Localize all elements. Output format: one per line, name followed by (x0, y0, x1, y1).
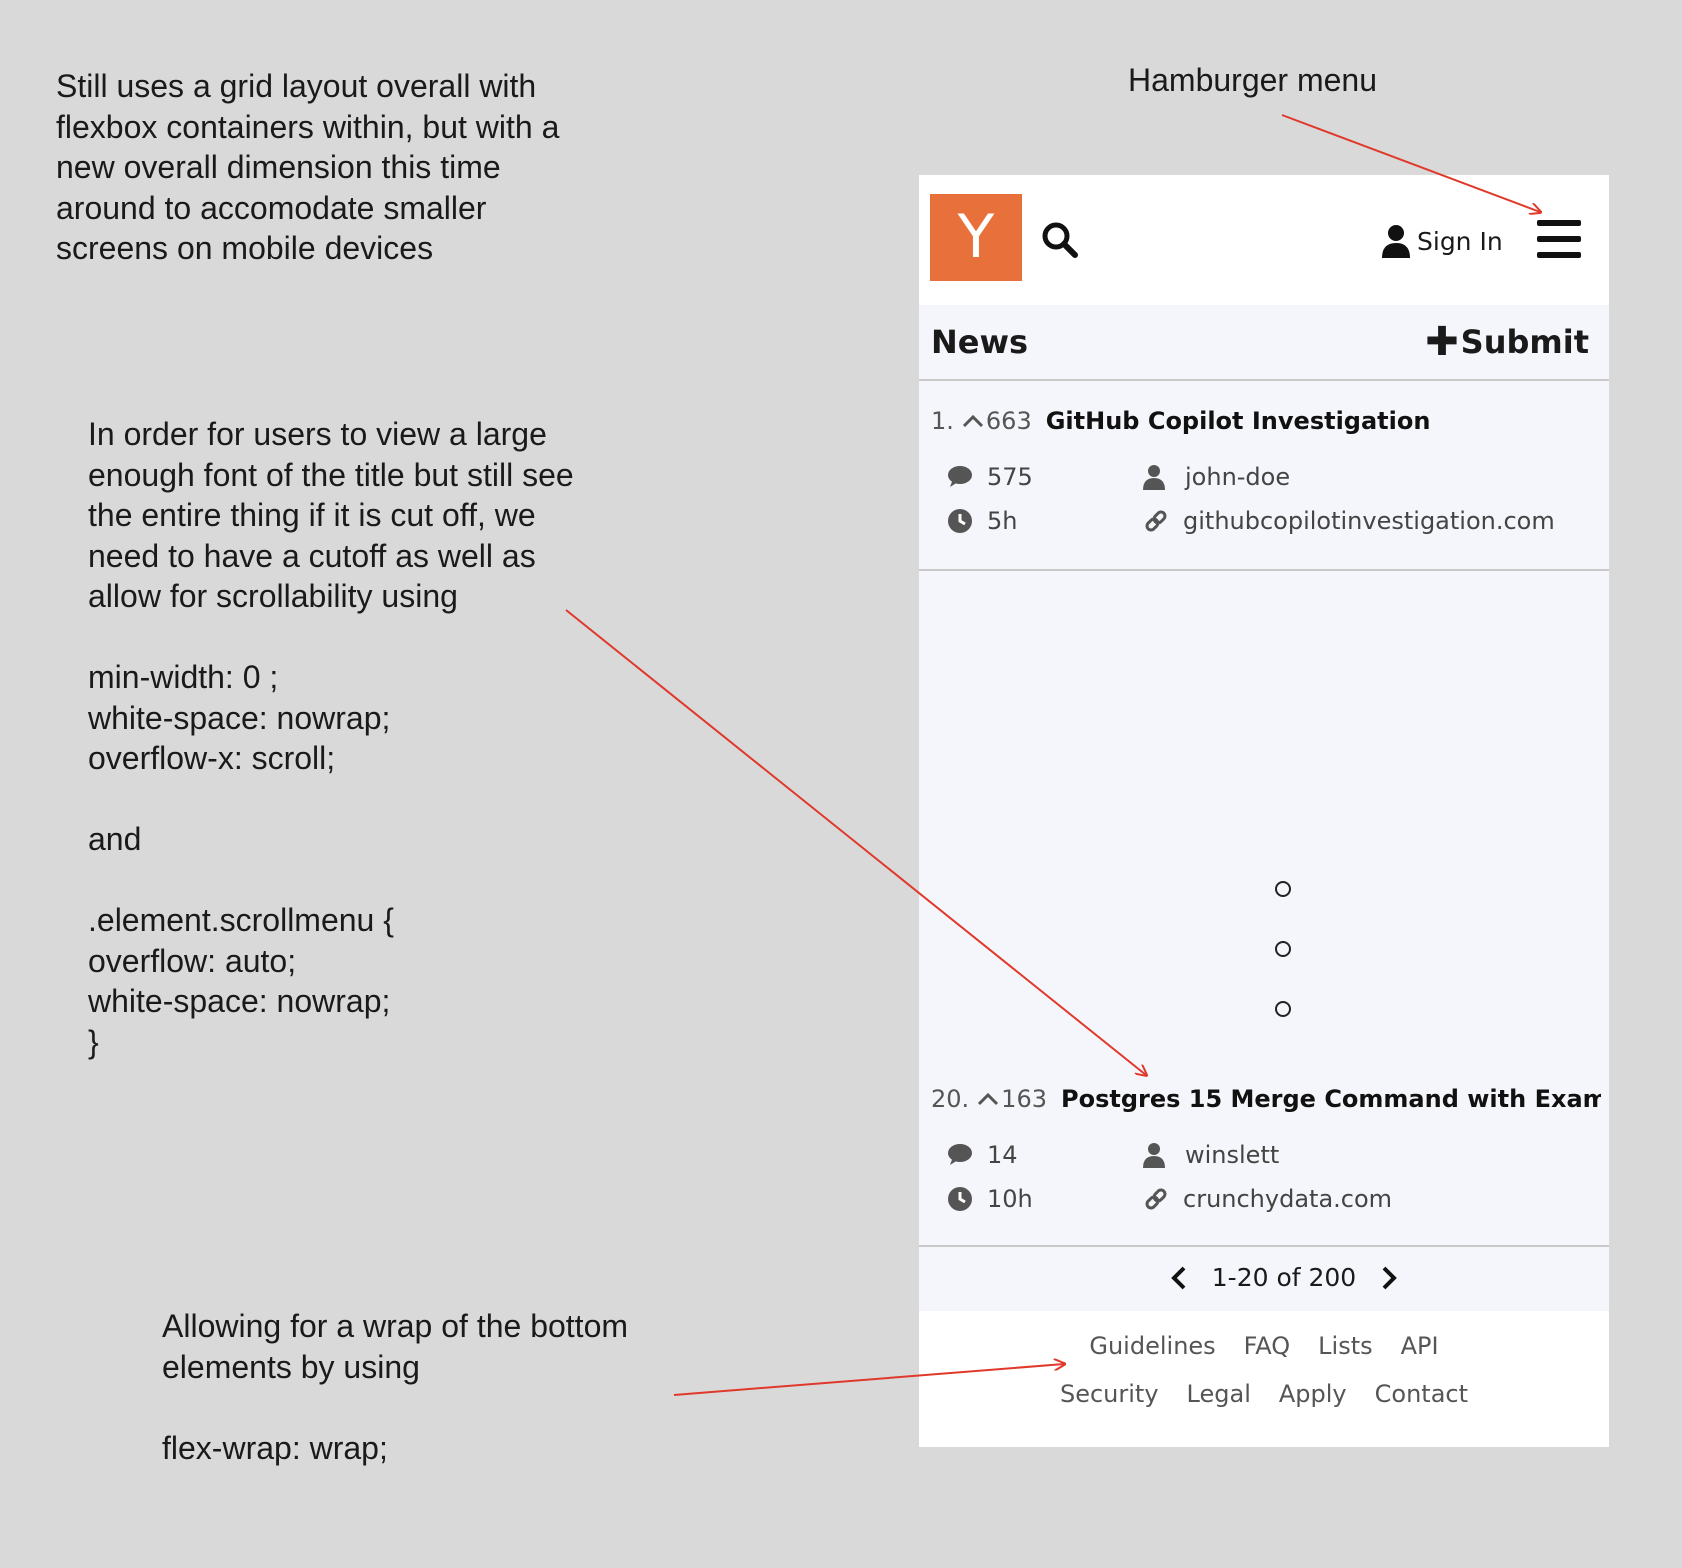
username: john-doe (1185, 463, 1291, 491)
chevron-left-icon[interactable] (1167, 1263, 1191, 1293)
hamburger-menu-note: Hamburger menu (1128, 62, 1377, 98)
comments-link[interactable]: 14 (947, 1141, 1018, 1169)
top-bar: Y Sign In (919, 175, 1609, 305)
comment-icon (948, 466, 972, 487)
ellipsis-dot (1275, 941, 1291, 957)
ellipsis-dot (1275, 1001, 1291, 1017)
footer-link-contact[interactable]: Contact (1375, 1377, 1468, 1411)
footer-link-guidelines[interactable]: Guidelines (1089, 1329, 1215, 1363)
ellipsis-dot (1275, 881, 1291, 897)
story-title-line[interactable]: 1. 663 GitHub Copilot Investigation (931, 407, 1601, 435)
comments-link[interactable]: 575 (947, 463, 1033, 491)
section-header: News ✚ Submit (919, 305, 1609, 381)
site-link[interactable]: crunchydata.com (1143, 1185, 1392, 1213)
user-icon (1143, 465, 1165, 490)
pagination: 1-20 of 200 (919, 1247, 1609, 1311)
user-icon (1143, 1143, 1165, 1168)
clock-icon (948, 1187, 972, 1211)
scroll-note: In order for users to view a large enoug… (88, 416, 574, 1060)
footer-link-faq[interactable]: FAQ (1244, 1329, 1291, 1363)
footer-link-lists[interactable]: Lists (1318, 1329, 1372, 1363)
comment-count: 14 (987, 1141, 1018, 1169)
user-link[interactable]: john-doe (1143, 463, 1290, 491)
user-link[interactable]: winslett (1143, 1141, 1279, 1169)
page-range: 1-20 of 200 (1211, 1263, 1357, 1292)
story-age: 5h (947, 507, 1017, 535)
footer-link-security[interactable]: Security (1060, 1377, 1159, 1411)
layout-note: Still uses a grid layout overall with fl… (56, 68, 560, 266)
story-row: 1. 663 GitHub Copilot Investigation 575 … (919, 383, 1609, 571)
upvote-icon[interactable] (975, 1088, 1001, 1110)
age-text: 10h (987, 1185, 1033, 1213)
site-domain: crunchydata.com (1183, 1185, 1393, 1213)
logo[interactable]: Y (930, 194, 1022, 281)
hamburger-icon[interactable] (1535, 218, 1583, 260)
submit-button[interactable]: ✚ Submit (1425, 319, 1589, 365)
link-icon (1145, 1188, 1167, 1210)
site-domain: githubcopilotinvestigation.com (1183, 507, 1555, 535)
clock-icon (948, 509, 972, 533)
story-age: 10h (947, 1185, 1033, 1213)
plus-icon: ✚ (1425, 319, 1459, 365)
story-title-line[interactable]: 20. 163 Postgres 15 Merge Command with E… (931, 1085, 1601, 1113)
link-icon (1145, 510, 1167, 532)
omitted-stories-placeholder (919, 571, 1609, 1061)
user-icon (1382, 225, 1410, 258)
mobile-mockup: Y Sign In News ✚ Submit 1. 663 GitHub Co… (919, 175, 1609, 1447)
section-title: News (931, 323, 1029, 361)
chevron-right-icon[interactable] (1377, 1263, 1401, 1293)
wrap-note: Allowing for a wrap of the bottom elemen… (162, 1308, 629, 1466)
username: winslett (1185, 1141, 1280, 1169)
footer-link-legal[interactable]: Legal (1187, 1377, 1251, 1411)
footer-link-apply[interactable]: Apply (1279, 1377, 1347, 1411)
comment-count: 575 (987, 463, 1033, 491)
sign-in-label: Sign In (1417, 226, 1503, 256)
site-link[interactable]: githubcopilotinvestigation.com (1143, 507, 1555, 535)
story-points: 663 (985, 407, 1032, 435)
footer-link-api[interactable]: API (1401, 1329, 1439, 1363)
story-rank: 20. (931, 1085, 970, 1113)
comment-icon (948, 1144, 972, 1165)
sign-in-button[interactable]: Sign In (1381, 221, 1503, 261)
story-title[interactable]: GitHub Copilot Investigation (1046, 407, 1431, 435)
upvote-icon[interactable] (960, 410, 986, 432)
footer-links: Guidelines FAQ Lists API Security Legal … (919, 1311, 1609, 1447)
age-text: 5h (987, 507, 1018, 535)
story-rank: 1. (931, 407, 954, 435)
story-points: 163 (1001, 1085, 1047, 1113)
search-icon[interactable] (1040, 220, 1080, 260)
story-title[interactable]: Postgres 15 Merge Command with Examples (1061, 1085, 1601, 1113)
story-row: 20. 163 Postgres 15 Merge Command with E… (919, 1061, 1609, 1247)
submit-label: Submit (1460, 323, 1589, 361)
